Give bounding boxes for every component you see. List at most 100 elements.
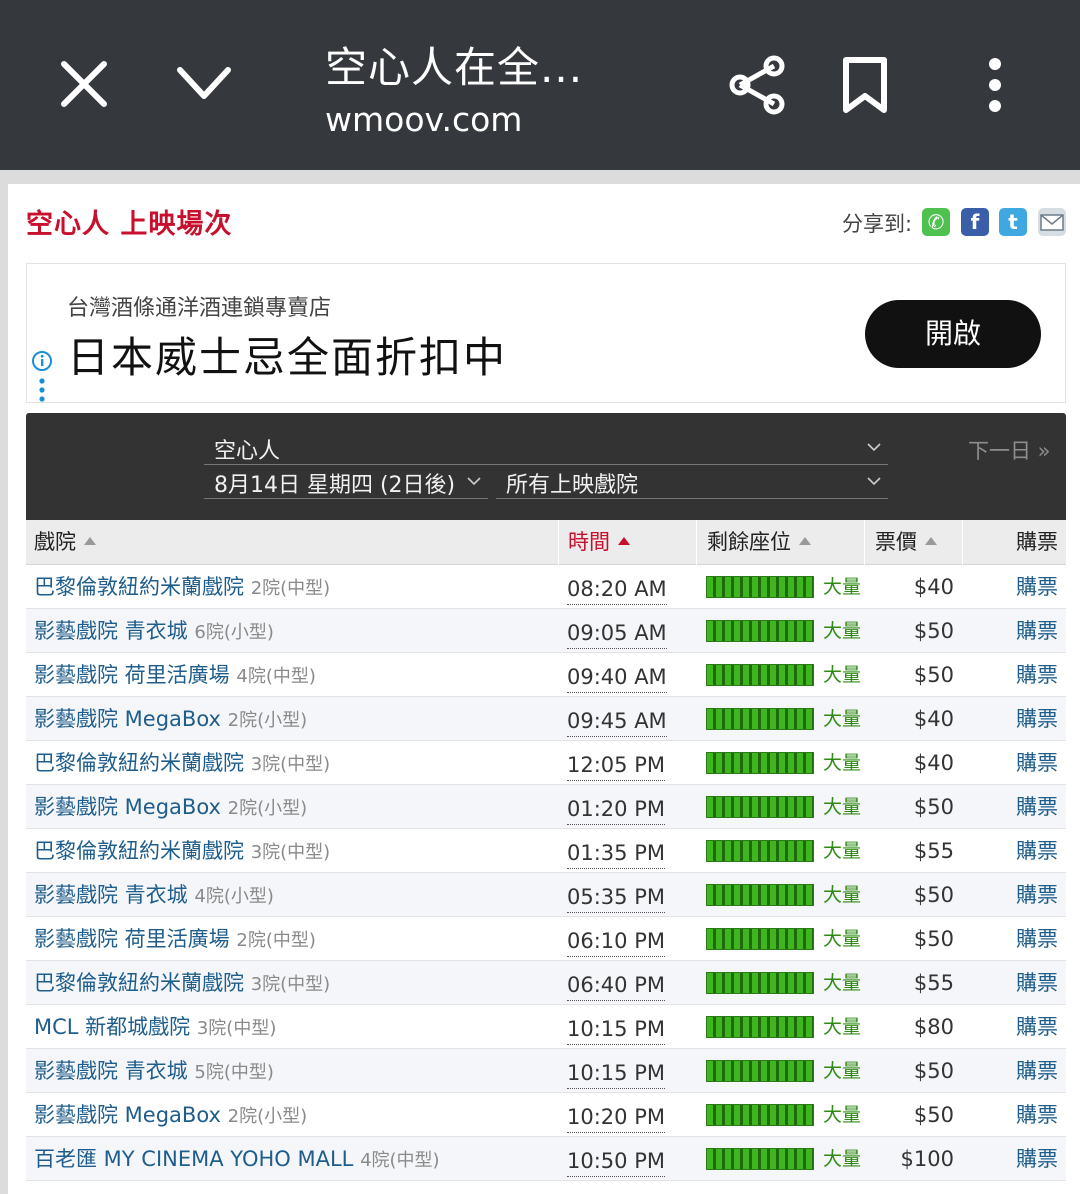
share-icon[interactable] (726, 54, 788, 116)
facebook-icon[interactable]: f (961, 208, 989, 236)
browser-toolbar: 空心人在全... wmoov.com (0, 0, 1080, 170)
showtime-link[interactable]: 06:10 PM (567, 921, 665, 957)
buy-ticket-link[interactable]: 購票 (1016, 917, 1058, 961)
buy-ticket-link[interactable]: 購票 (1016, 565, 1058, 609)
seat-availability-bar (706, 1016, 814, 1038)
cinema-name: 巴黎倫敦紐約米蘭戲院 (34, 751, 244, 775)
showtime-link[interactable]: 12:05 PM (567, 745, 665, 781)
browser-url[interactable]: wmoov.com (325, 100, 522, 139)
ad-options-icon[interactable] (38, 378, 46, 402)
buy-ticket-link[interactable]: 購票 (1016, 741, 1058, 785)
seat-availability-label: 大量 (823, 1148, 862, 1170)
sort-by-seats[interactable]: 剩餘座位 (696, 520, 864, 565)
twitter-icon[interactable]: t (999, 208, 1027, 236)
chevron-down-icon[interactable] (174, 62, 234, 106)
hall-label: 4院(小型) (194, 886, 274, 907)
cinema-link[interactable]: 巴黎倫敦紐約米蘭戲院 3院(中型) (34, 829, 330, 873)
movie-select[interactable]: 空心人 (204, 431, 888, 465)
buy-ticket-link[interactable]: 購票 (1016, 1005, 1058, 1049)
whatsapp-icon[interactable]: ✆ (922, 208, 950, 236)
cinema-link[interactable]: 影藝戲院 青衣城 6院(小型) (34, 609, 274, 653)
seat-availability-label: 大量 (823, 840, 862, 862)
table-row: 巴黎倫敦紐約米蘭戲院 3院(中型) 12:05 PM 大量 $40 購票 (26, 741, 1066, 785)
cinema-link[interactable]: 巴黎倫敦紐約米蘭戲院 3院(中型) (34, 741, 330, 785)
cinema-select[interactable]: 所有上映戲院 (496, 465, 888, 499)
chevron-down-icon (867, 477, 881, 486)
showtime-link[interactable]: 09:45 AM (567, 701, 667, 737)
seat-availability-label: 大量 (823, 1060, 862, 1082)
ad-banner[interactable]: 台灣酒條通洋酒連鎖專賣店 日本威士忌全面折扣中 開啟 (26, 263, 1066, 403)
cinema-link[interactable]: 影藝戲院 MegaBox 2院(小型) (34, 785, 307, 829)
share-label: 分享到: (842, 212, 913, 236)
table-body: 巴黎倫敦紐約米蘭戲院 2院(中型) 08:20 AM 大量 $40 購票 影藝戲院 青衣城… (26, 565, 1066, 1181)
showtime-link[interactable]: 10:15 PM (567, 1009, 665, 1045)
info-icon[interactable] (31, 350, 53, 372)
seat-availability-label: 大量 (823, 576, 862, 598)
date-select[interactable]: 8月14日 星期四 (2日後) (204, 465, 488, 499)
buy-ticket-link[interactable]: 購票 (1016, 961, 1058, 1005)
cinema-link[interactable]: 巴黎倫敦紐約米蘭戲院 3院(中型) (34, 961, 330, 1005)
seat-availability-label: 大量 (823, 1104, 862, 1126)
hall-label: 4院(中型) (236, 666, 316, 687)
cinema-name: 影藝戲院 荷里活廣場 (34, 927, 230, 951)
ticket-price: $50 (913, 619, 954, 643)
showtime-link[interactable]: 10:50 PM (567, 1141, 665, 1177)
table-row: MCL 新都城戲院 3院(中型) 10:15 PM 大量 $80 購票 (26, 1005, 1066, 1049)
cinema-link[interactable]: 影藝戲院 MegaBox 2院(小型) (34, 697, 307, 741)
page-title: 空心人 上映場次 (26, 209, 233, 240)
table-row: 影藝戲院 荷里活廣場 4院(中型) 09:40 AM 大量 $50 購票 (26, 653, 1066, 697)
ticket-price: $55 (913, 839, 954, 863)
showtime-link[interactable]: 09:05 AM (567, 613, 667, 649)
showtime-link[interactable]: 01:35 PM (567, 833, 665, 869)
buy-ticket-link[interactable]: 購票 (1016, 785, 1058, 829)
sort-arrow-icon (799, 537, 811, 545)
showtime-link[interactable]: 01:20 PM (567, 789, 665, 825)
buy-ticket-link[interactable]: 購票 (1016, 653, 1058, 697)
buy-ticket-link[interactable]: 購票 (1016, 1093, 1058, 1137)
ad-headline: 日本威士忌全面折扣中 (67, 333, 508, 382)
showtime-link[interactable]: 06:40 PM (567, 965, 665, 1001)
sort-by-cinema[interactable]: 戲院 (34, 520, 96, 565)
cinema-name: 影藝戲院 MegaBox (34, 795, 221, 819)
cinema-name: 百老匯 MY CINEMA YOHO MALL (34, 1147, 354, 1171)
hall-label: 3院(中型) (196, 1018, 277, 1039)
buy-header: 購票 (962, 520, 1066, 565)
ad-subtitle: 台灣酒條通洋酒連鎖專賣店 (67, 296, 332, 321)
email-icon[interactable] (1038, 208, 1066, 236)
cinema-link[interactable]: 百老匯 MY CINEMA YOHO MALL 4院(中型) (34, 1137, 440, 1181)
cinema-name: 巴黎倫敦紐約米蘭戲院 (34, 971, 244, 995)
showtime-link[interactable]: 10:15 PM (567, 1053, 665, 1089)
seat-availability-label: 大量 (823, 620, 862, 642)
buy-ticket-link[interactable]: 購票 (1016, 609, 1058, 653)
cinema-link[interactable]: 巴黎倫敦紐約米蘭戲院 2院(中型) (34, 565, 330, 609)
showtime-link[interactable]: 05:35 PM (567, 877, 665, 913)
hall-label: 2院(小型) (227, 1106, 308, 1127)
seat-availability-label: 大量 (823, 884, 862, 906)
cinema-link[interactable]: 影藝戲院 MegaBox 2院(小型) (34, 1093, 307, 1137)
bookmark-icon[interactable] (840, 56, 890, 114)
more-vert-icon[interactable] (980, 56, 1010, 114)
buy-ticket-link[interactable]: 購票 (1016, 829, 1058, 873)
cinema-link[interactable]: 影藝戲院 荷里活廣場 4院(中型) (34, 653, 316, 697)
showtime-link[interactable]: 08:20 AM (567, 569, 667, 605)
close-icon[interactable] (58, 58, 110, 110)
buy-ticket-link[interactable]: 購票 (1016, 1049, 1058, 1093)
sort-by-time[interactable]: 時間 (558, 520, 696, 565)
buy-ticket-link[interactable]: 購票 (1016, 873, 1058, 917)
buy-ticket-link[interactable]: 購票 (1016, 697, 1058, 741)
sort-by-price[interactable]: 票價 (864, 520, 962, 565)
browser-page-title: 空心人在全... (325, 43, 584, 92)
showtimes-table: 戲院 時間 剩餘座位 票價 購票 巴黎倫敦紐約米蘭戲院 2院(中型) 08:20 … (26, 520, 1066, 1181)
cinema-link[interactable]: 影藝戲院 荷里活廣場 2院(中型) (34, 917, 316, 961)
buy-ticket-link[interactable]: 購票 (1016, 1137, 1058, 1181)
cinema-link[interactable]: 影藝戲院 青衣城 4院(小型) (34, 873, 274, 917)
cinema-link[interactable]: MCL 新都城戲院 3院(中型) (34, 1005, 276, 1049)
hall-label: 4院(中型) (360, 1150, 440, 1171)
ad-open-button[interactable]: 開啟 (865, 300, 1041, 368)
hall-label: 3院(中型) (250, 754, 331, 775)
seat-availability-label: 大量 (823, 664, 862, 686)
cinema-link[interactable]: 影藝戲院 青衣城 5院(中型) (34, 1049, 274, 1093)
next-day-link[interactable]: 下一日 » (968, 435, 1051, 465)
showtime-link[interactable]: 10:20 PM (567, 1097, 665, 1133)
showtime-link[interactable]: 09:40 AM (567, 657, 667, 693)
